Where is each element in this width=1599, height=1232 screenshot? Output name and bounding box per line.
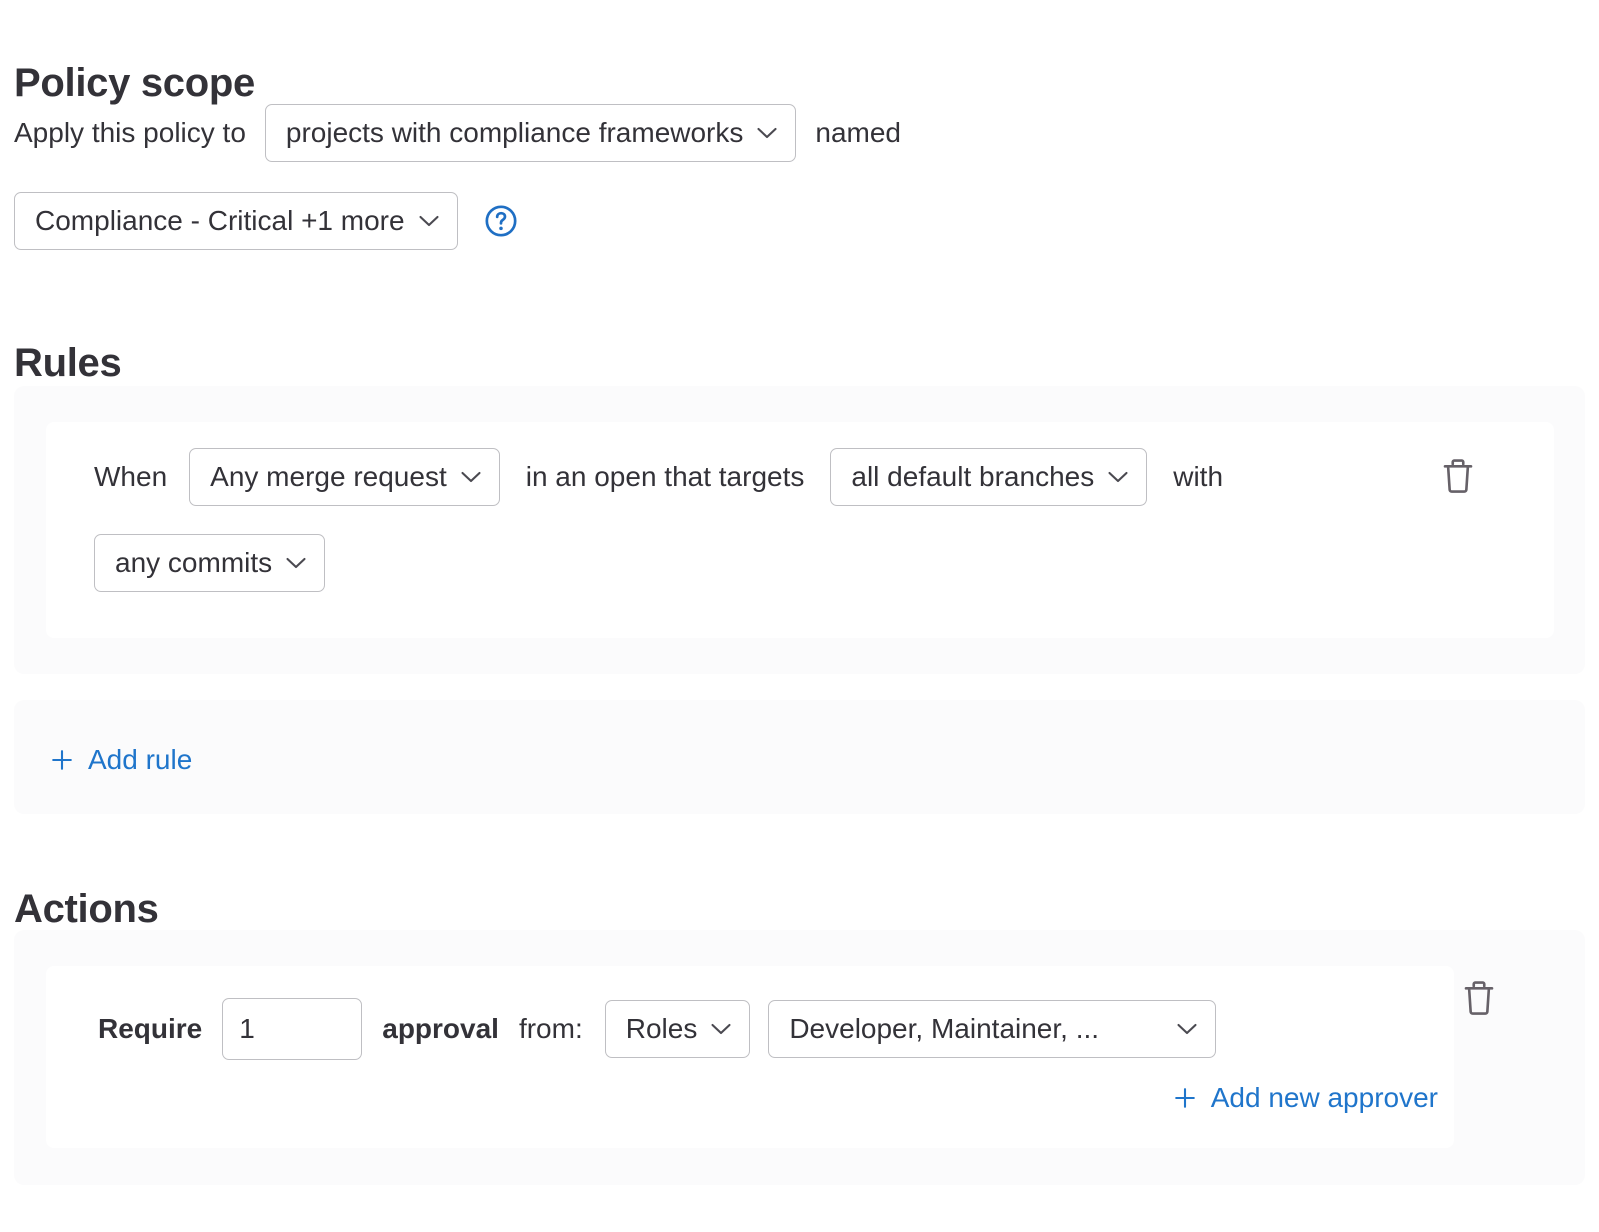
approval-label: approval xyxy=(382,1013,499,1044)
actions-heading: Actions xyxy=(14,887,159,932)
add-rule-label: Add rule xyxy=(88,744,193,775)
trash-icon[interactable] xyxy=(1441,458,1475,496)
chevron-down-icon xyxy=(1108,471,1128,483)
rules-heading: Rules xyxy=(14,341,122,386)
policy-scope-row-framework: Compliance - Critical +1 more xyxy=(14,192,518,250)
chevron-down-icon xyxy=(757,127,777,139)
from-label: from: xyxy=(518,1013,583,1044)
approver-type-dropdown-value: Roles xyxy=(625,1013,698,1044)
plus-icon xyxy=(1173,1086,1197,1110)
trash-icon[interactable] xyxy=(1462,980,1496,1018)
plus-icon xyxy=(50,748,74,772)
add-new-approver-label: Add new approver xyxy=(1210,1082,1438,1113)
require-label: Require xyxy=(98,1013,203,1044)
rule-row-primary: When Any merge request in an open that t… xyxy=(94,448,1223,506)
chevron-down-icon xyxy=(286,557,306,569)
action-card: Require approval from: Roles Developer, … xyxy=(46,966,1454,1148)
rule-middle-label: in an open that targets xyxy=(525,461,805,492)
with-label: with xyxy=(1173,461,1224,492)
policy-scope-heading: Policy scope xyxy=(14,61,255,106)
rule-row-secondary: any commits xyxy=(94,534,326,592)
chevron-down-icon xyxy=(461,471,481,483)
chevron-down-icon xyxy=(1177,1023,1197,1035)
add-rule-button[interactable]: Add rule xyxy=(50,746,192,774)
apply-policy-label: Apply this policy to xyxy=(14,117,246,148)
commits-dropdown[interactable]: any commits xyxy=(94,534,326,592)
chevron-down-icon xyxy=(711,1023,731,1035)
approver-type-dropdown[interactable]: Roles xyxy=(604,1000,751,1058)
rules-panel: When Any merge request in an open that t… xyxy=(14,386,1585,674)
scope-type-dropdown-value: projects with compliance frameworks xyxy=(285,117,744,148)
actions-panel: Require approval from: Roles Developer, … xyxy=(14,930,1585,1185)
policy-editor-page: Policy scope Apply this policy to projec… xyxy=(0,0,1599,1232)
target-branches-dropdown-value: all default branches xyxy=(851,461,1095,492)
when-label: When xyxy=(94,461,168,492)
add-new-approver-button[interactable]: Add new approver xyxy=(1173,1084,1438,1112)
named-label: named xyxy=(815,117,902,148)
chevron-down-icon xyxy=(419,215,439,227)
scope-type-dropdown[interactable]: projects with compliance frameworks xyxy=(264,104,797,162)
merge-request-type-dropdown[interactable]: Any merge request xyxy=(189,448,500,506)
compliance-framework-dropdown-value: Compliance - Critical +1 more xyxy=(35,205,405,236)
roles-dropdown-value: Developer, Maintainer, ... xyxy=(789,1013,1100,1044)
add-rule-panel: Add rule xyxy=(14,700,1585,814)
commits-dropdown-value: any commits xyxy=(115,547,273,578)
approvals-required-input[interactable] xyxy=(222,998,363,1060)
roles-dropdown[interactable]: Developer, Maintainer, ... xyxy=(768,1000,1217,1058)
policy-scope-row-apply: Apply this policy to projects with compl… xyxy=(14,104,901,162)
merge-request-type-dropdown-value: Any merge request xyxy=(210,461,447,492)
target-branches-dropdown[interactable]: all default branches xyxy=(830,448,1148,506)
compliance-framework-dropdown[interactable]: Compliance - Critical +1 more xyxy=(14,192,458,250)
action-row-approval: Require approval from: Roles Developer, … xyxy=(98,998,1217,1060)
rule-card: When Any merge request in an open that t… xyxy=(46,422,1554,638)
help-circle-icon[interactable] xyxy=(484,204,518,238)
